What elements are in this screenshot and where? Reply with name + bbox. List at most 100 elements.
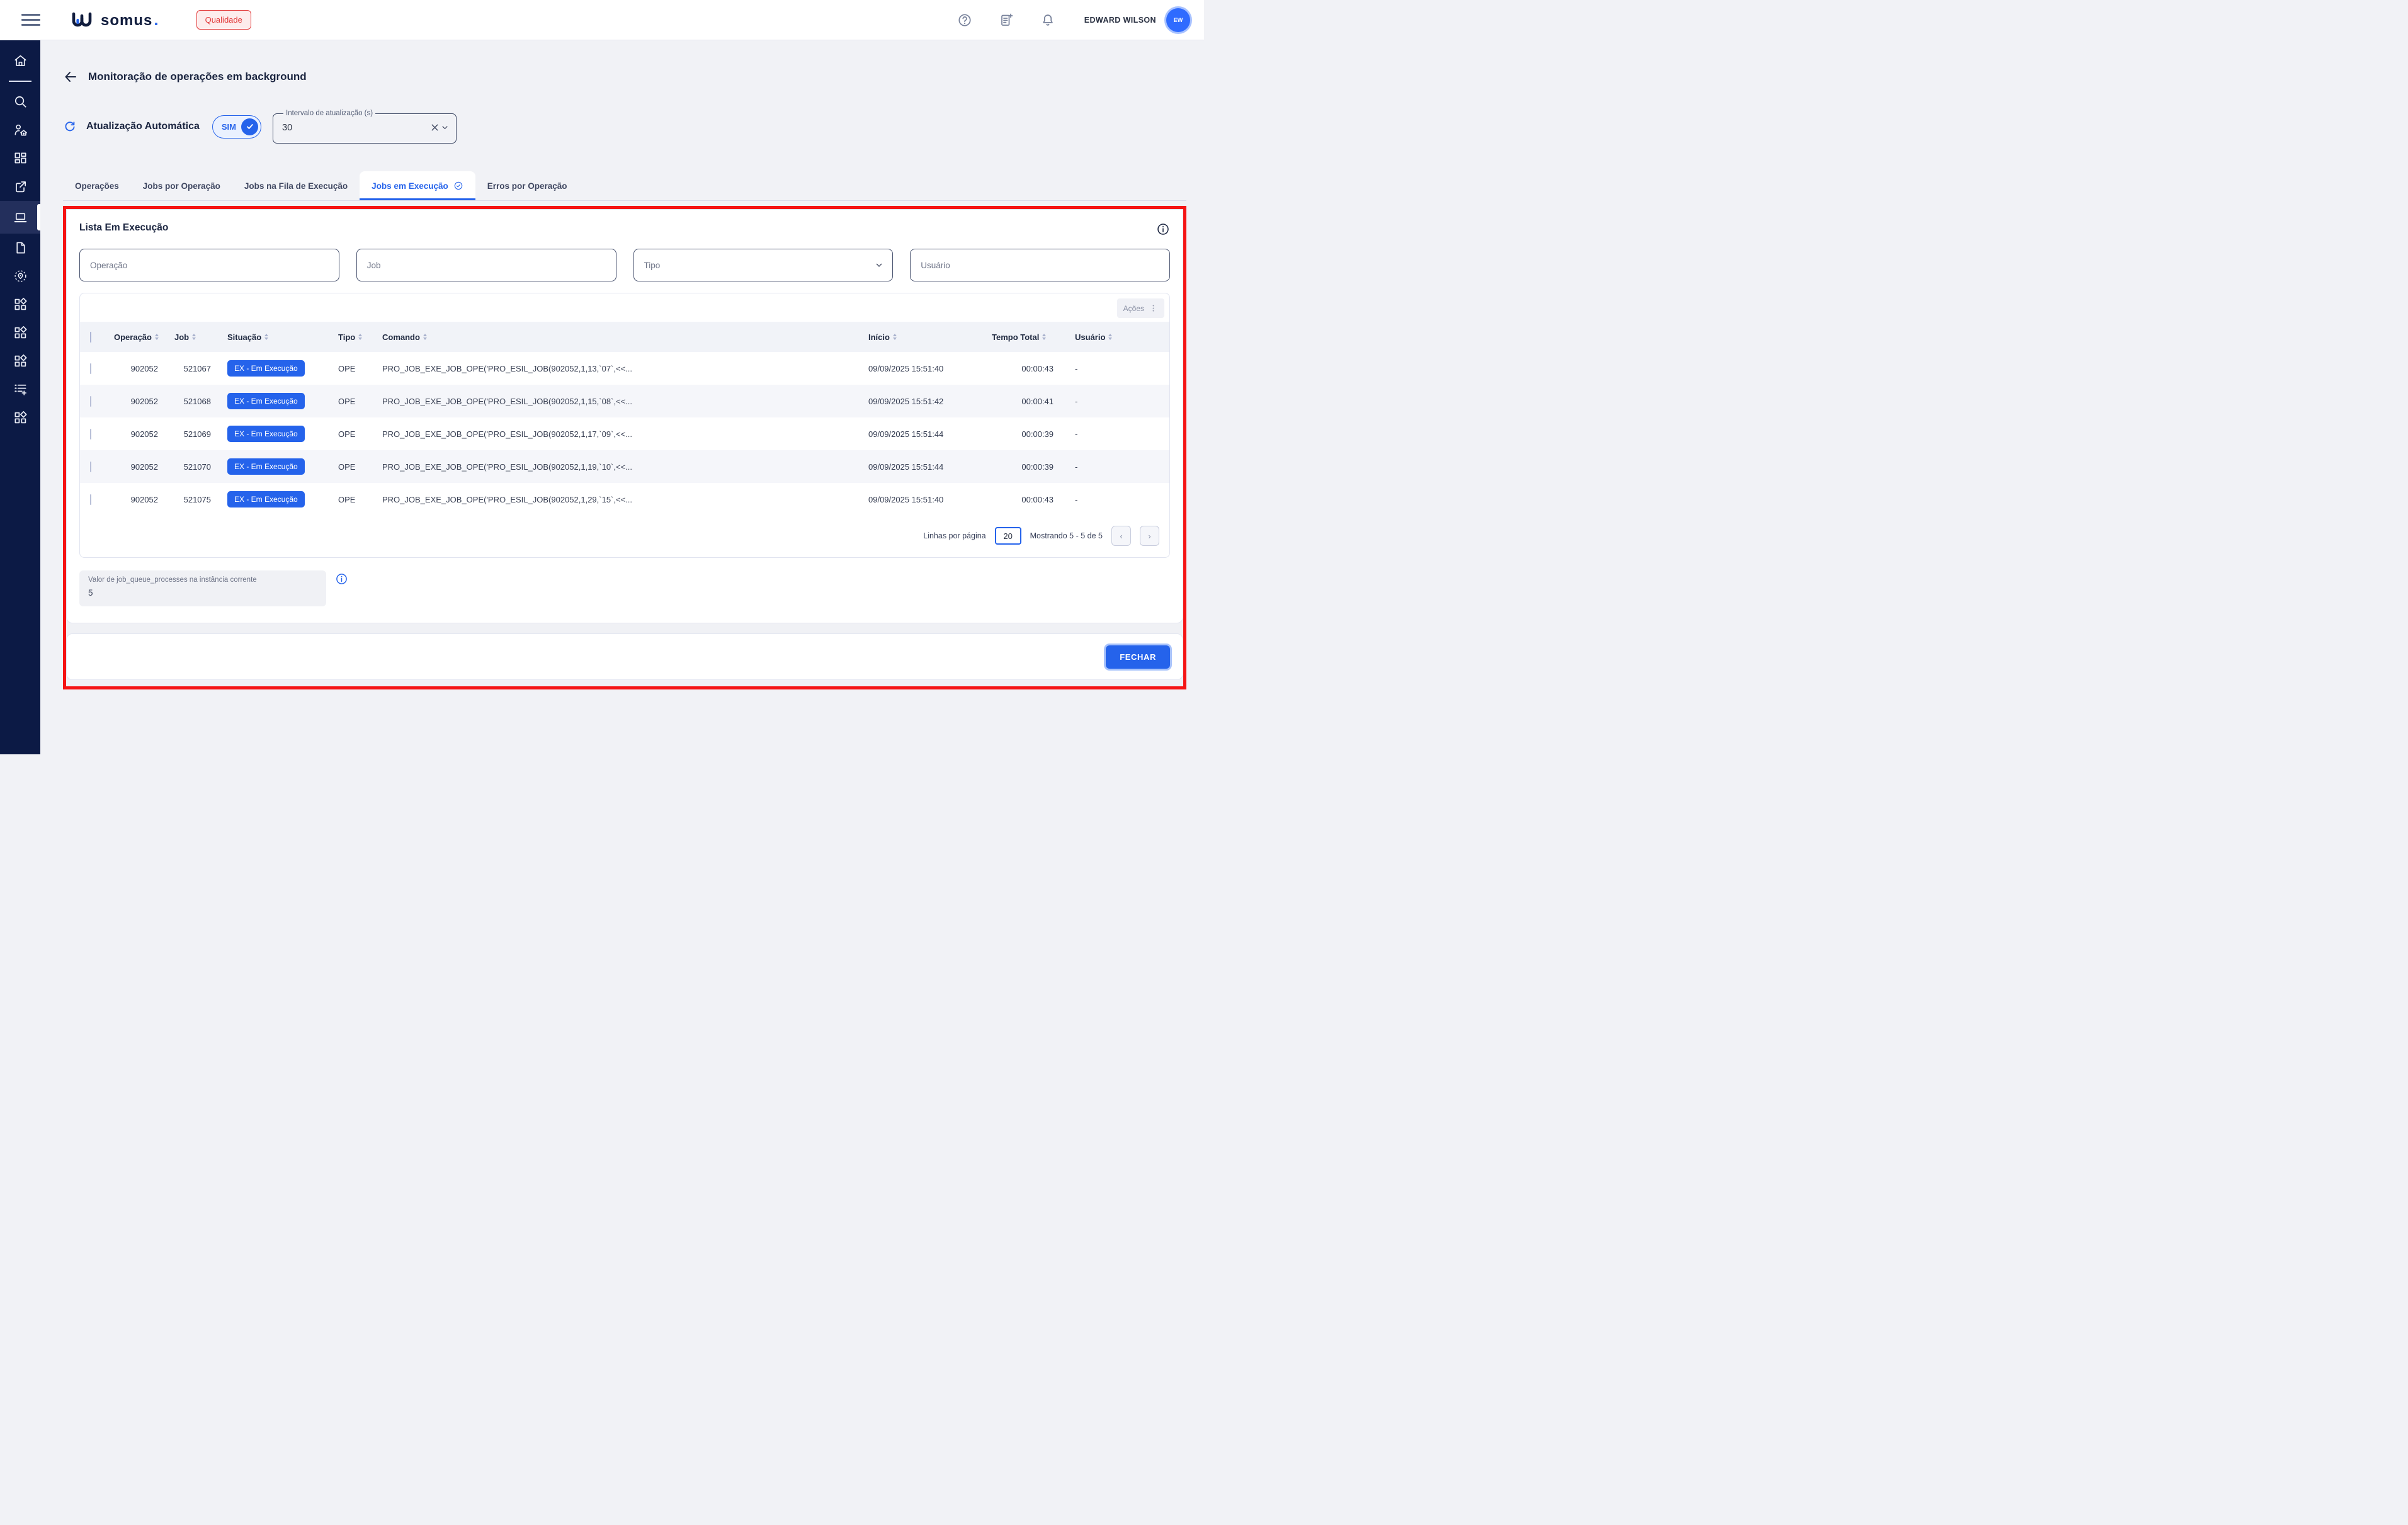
next-page-button[interactable]: ›	[1140, 526, 1159, 546]
document-icon	[13, 241, 28, 255]
search-icon	[13, 94, 28, 109]
chevron-right-icon: ›	[1148, 531, 1150, 541]
tab-erros-por-operacao[interactable]: Erros por Operação	[475, 171, 579, 200]
check-circle-icon	[453, 181, 463, 191]
rows-per-page-label: Linhas por página	[923, 531, 985, 540]
environment-badge: Qualidade	[196, 10, 251, 30]
toggle-value: SIM	[222, 122, 236, 132]
sidebar-item-user-home[interactable]	[0, 116, 40, 144]
tab-jobs-na-fila[interactable]: Jobs na Fila de Execução	[232, 171, 360, 200]
bell-icon[interactable]	[1040, 13, 1055, 28]
help-icon[interactable]	[957, 13, 972, 28]
sort-icon[interactable]	[423, 334, 427, 340]
rows-per-page-input[interactable]	[995, 527, 1021, 545]
filter-job	[356, 249, 616, 281]
brand-dot: .	[154, 10, 158, 30]
menu-icon[interactable]	[21, 11, 40, 30]
sidebar-divider	[9, 81, 31, 82]
status-badge: EX - Em Execução	[227, 491, 305, 507]
sort-icon[interactable]	[1108, 334, 1112, 340]
fechar-button[interactable]: FECHAR	[1106, 645, 1170, 669]
sort-icon[interactable]	[192, 334, 196, 340]
sidebar-item-document[interactable]	[0, 234, 40, 262]
filter-operacao	[79, 249, 339, 281]
tab-bar: Operações Jobs por Operação Jobs na Fila…	[63, 171, 1186, 201]
category-icon	[13, 326, 28, 340]
category-icon	[13, 297, 28, 312]
refresh-icon[interactable]	[63, 120, 77, 133]
panel-title: Lista Em Execução	[79, 222, 168, 234]
tab-jobs-em-execucao[interactable]: Jobs em Execução	[360, 171, 475, 200]
info-icon[interactable]	[1156, 222, 1170, 236]
brand-text: somus	[101, 12, 152, 30]
job-filter-input[interactable]	[356, 249, 616, 281]
status-badge: EX - Em Execução	[227, 426, 305, 442]
operacao-filter-input[interactable]	[79, 249, 339, 281]
status-badge: EX - Em Execução	[227, 360, 305, 377]
avatar[interactable]: EW	[1166, 8, 1190, 32]
status-badge: EX - Em Execução	[227, 393, 305, 409]
row-checkbox[interactable]	[90, 429, 91, 439]
dashboard-icon	[13, 151, 28, 166]
filter-row	[79, 249, 1170, 281]
sidebar	[0, 40, 40, 754]
sort-icon[interactable]	[1042, 334, 1046, 340]
sidebar-item-search[interactable]	[0, 88, 40, 116]
prev-page-button[interactable]: ‹	[1111, 526, 1131, 546]
interval-field: Intervalo de atualização (s)	[273, 110, 457, 144]
tab-jobs-por-operacao[interactable]: Jobs por Operação	[131, 171, 232, 200]
acoes-button[interactable]: Ações	[1117, 298, 1164, 318]
sidebar-item-external[interactable]	[0, 173, 40, 201]
panel-footer: FECHAR	[66, 633, 1183, 680]
sidebar-item-home[interactable]	[0, 47, 40, 75]
map-pin-icon	[13, 269, 28, 283]
sidebar-item-category-1[interactable]	[0, 290, 40, 319]
category-icon	[13, 354, 28, 368]
chevron-down-icon[interactable]	[440, 123, 450, 132]
table-row: 902052 521070 EX - Em Execução OPE PRO_J…	[80, 450, 1169, 483]
sidebar-item-list-add[interactable]	[0, 375, 40, 404]
home-icon	[13, 54, 28, 68]
tipo-filter-select[interactable]	[633, 249, 894, 281]
sort-icon[interactable]	[893, 334, 897, 340]
tab-operacoes[interactable]: Operações	[63, 171, 131, 200]
sidebar-item-dashboard[interactable]	[0, 144, 40, 173]
row-checkbox[interactable]	[90, 396, 91, 407]
sidebar-item-category-2[interactable]	[0, 319, 40, 347]
row-checkbox[interactable]	[90, 494, 91, 505]
sort-icon[interactable]	[264, 334, 268, 340]
sort-icon[interactable]	[155, 334, 159, 340]
external-link-icon	[13, 179, 28, 194]
select-all-checkbox[interactable]	[90, 332, 91, 343]
highlight-rectangle: Lista Em Execução	[63, 206, 1186, 689]
clear-icon[interactable]	[429, 122, 440, 133]
pagination: Linhas por página Mostrando 5 - 5 de 5 ‹…	[80, 516, 1169, 557]
showing-label: Mostrando 5 - 5 de 5	[1030, 531, 1103, 540]
sidebar-item-map-pin[interactable]	[0, 262, 40, 290]
back-arrow-icon[interactable]	[63, 69, 78, 84]
row-checkbox[interactable]	[90, 462, 91, 472]
list-add-icon	[13, 382, 28, 397]
row-checkbox[interactable]	[90, 363, 91, 374]
usuario-filter-input[interactable]	[910, 249, 1170, 281]
laptop-icon	[13, 210, 28, 225]
sort-icon[interactable]	[358, 334, 362, 340]
topbar: somus. Qualidade EDWARD WILSON EW	[0, 0, 1204, 40]
interval-input[interactable]	[282, 123, 429, 133]
clipboard-add-icon[interactable]	[999, 13, 1014, 28]
user-name: EDWARD WILSON	[1084, 16, 1156, 25]
sidebar-item-category-4[interactable]	[0, 404, 40, 432]
toggle-knob	[241, 118, 258, 135]
filter-usuario	[910, 249, 1170, 281]
status-badge: EX - Em Execução	[227, 458, 305, 475]
table-row: 902052 521067 EX - Em Execução OPE PRO_J…	[80, 352, 1169, 385]
sidebar-item-monitor[interactable]	[0, 201, 40, 234]
job-queue-processes-value: 5	[88, 588, 317, 598]
somus-logo-icon	[72, 12, 96, 28]
info-icon[interactable]	[335, 572, 348, 586]
table-row: 902052 521068 EX - Em Execução OPE PRO_J…	[80, 385, 1169, 417]
check-icon	[244, 121, 256, 132]
somus-logo: somus.	[72, 10, 159, 30]
sidebar-item-category-3[interactable]	[0, 347, 40, 375]
auto-refresh-toggle[interactable]: SIM	[212, 115, 261, 139]
